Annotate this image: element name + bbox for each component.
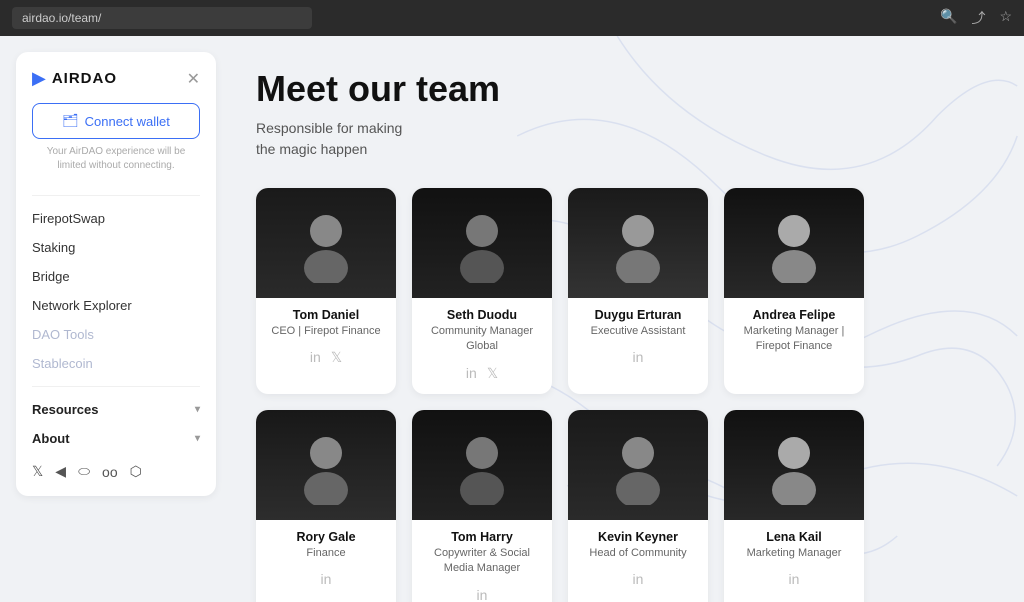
resources-label: Resources xyxy=(32,402,98,417)
linkedin-icon-lena[interactable]: in xyxy=(789,571,800,587)
linkedin-icon-kevin[interactable]: in xyxy=(633,571,644,587)
team-card-duygu: Duygu Erturan Executive Assistant in xyxy=(568,188,708,394)
sidebar-divider-2 xyxy=(32,386,200,387)
sidebar-social: 𝕏 ◀ ⬭ oo ⬡ xyxy=(32,463,200,480)
search-icon[interactable]: 🔍 xyxy=(940,8,957,28)
browser-url[interactable]: airdao.io/team/ xyxy=(12,7,312,29)
team-name-rory: Rory Gale xyxy=(288,530,363,544)
team-role-andrea: Marketing Manager | Firepot Finance xyxy=(724,322,864,355)
wallet-note: Your AirDAO experience will be limited w… xyxy=(32,145,200,173)
main-area: ▶ AIRDAO ✕ 🗂 Connect wallet Your AirDAO … xyxy=(0,36,1024,602)
chevron-down-icon: ▾ xyxy=(195,404,200,415)
team-card-andrea: Andrea Felipe Marketing Manager | Firepo… xyxy=(724,188,864,394)
airdao-logo-icon: ▶ xyxy=(32,68,46,89)
team-role-rory: Finance xyxy=(298,544,353,561)
team-photo-duygu xyxy=(568,188,708,298)
twitter-icon-tom[interactable]: 𝕏 xyxy=(331,349,342,366)
team-name-tom: Tom Daniel xyxy=(285,308,367,322)
about-label: About xyxy=(32,431,70,446)
page-title: Meet our team xyxy=(256,68,984,110)
linkedin-icon-rory[interactable]: in xyxy=(321,571,332,587)
team-photo-kevin xyxy=(568,410,708,520)
team-card-lena: Lena Kail Marketing Manager in xyxy=(724,410,864,602)
linkedin-icon-seth[interactable]: in xyxy=(466,365,477,382)
sidebar-item-firepotswap[interactable]: FirepotSwap xyxy=(32,204,200,233)
team-name-lena: Lena Kail xyxy=(758,530,830,544)
reddit-icon[interactable]: ⬭ xyxy=(78,463,90,480)
page-subtitle: Responsible for making the magic happen xyxy=(256,118,984,160)
sidebar-divider xyxy=(32,195,200,196)
team-card-tom-daniel: Tom Daniel CEO | Firepot Finance in 𝕏 xyxy=(256,188,396,394)
sidebar-item-bridge[interactable]: Bridge xyxy=(32,262,200,291)
team-photo-lena xyxy=(724,410,864,520)
team-social-seth: in 𝕏 xyxy=(466,365,498,382)
team-social-kevin: in xyxy=(633,571,644,587)
browser-bar: airdao.io/team/ 🔍 ⤴ ☆ xyxy=(0,0,1024,36)
main-content: Meet our team Responsible for making the… xyxy=(216,36,1024,602)
team-role-seth: Community Manager Global xyxy=(412,322,552,355)
linkedin-icon-tomh[interactable]: in xyxy=(477,587,488,602)
linkedin-icon[interactable]: in xyxy=(310,349,321,366)
team-photo-tomh xyxy=(412,410,552,520)
connect-wallet-label: Connect wallet xyxy=(85,114,170,129)
team-name-seth: Seth Duodu xyxy=(439,308,525,322)
team-photo-andrea xyxy=(724,188,864,298)
sidebar-section-about[interactable]: About ▾ xyxy=(32,424,200,453)
team-social-rory: in xyxy=(321,571,332,587)
sidebar-item-staking[interactable]: Staking xyxy=(32,233,200,262)
team-social-lena: in xyxy=(789,571,800,587)
sidebar-logo-text: AIRDAO xyxy=(52,70,117,87)
team-name-duygu: Duygu Erturan xyxy=(587,308,690,322)
team-card-rory: Rory Gale Finance in xyxy=(256,410,396,602)
linkedin-icon-duygu[interactable]: in xyxy=(633,349,644,365)
browser-icons: 🔍 ⤴ ☆ xyxy=(940,8,1012,28)
team-role-kevin: Head of Community xyxy=(581,544,694,561)
sidebar-section-resources[interactable]: Resources ▾ xyxy=(32,395,200,424)
team-card-tomh: Tom Harry Copywriter & Social Media Mana… xyxy=(412,410,552,602)
sidebar-item-dao-tools[interactable]: DAO Tools xyxy=(32,320,200,349)
team-social-tomh: in xyxy=(477,587,488,602)
twitter-icon-seth[interactable]: 𝕏 xyxy=(487,365,498,382)
medium-icon[interactable]: oo xyxy=(102,464,118,480)
sidebar-logo: ▶ AIRDAO ✕ xyxy=(32,68,200,89)
sidebar-item-stablecoin[interactable]: Stablecoin xyxy=(32,349,200,378)
team-photo-tom xyxy=(256,188,396,298)
close-icon[interactable]: ✕ xyxy=(187,69,200,89)
team-photo-seth xyxy=(412,188,552,298)
team-grid: Tom Daniel CEO | Firepot Finance in 𝕏 Se… xyxy=(256,188,984,602)
team-card-seth: Seth Duodu Community Manager Global in 𝕏 xyxy=(412,188,552,394)
team-role-duygu: Executive Assistant xyxy=(583,322,694,339)
connect-wallet-button[interactable]: 🗂 Connect wallet xyxy=(32,103,200,139)
wallet-icon: 🗂 xyxy=(62,113,79,129)
team-card-kevin: Kevin Keyner Head of Community in xyxy=(568,410,708,602)
team-role-tom: CEO | Firepot Finance xyxy=(263,322,388,339)
team-name-andrea: Andrea Felipe xyxy=(745,308,844,322)
sidebar-item-network-explorer[interactable]: Network Explorer xyxy=(32,291,200,320)
twitter-icon[interactable]: 𝕏 xyxy=(32,463,43,480)
team-name-kevin: Kevin Keyner xyxy=(590,530,686,544)
team-social-duygu: in xyxy=(633,349,644,365)
team-role-lena: Marketing Manager xyxy=(739,544,850,561)
team-role-tomh: Copywriter & Social Media Manager xyxy=(412,544,552,577)
bookmark-icon[interactable]: ☆ xyxy=(999,8,1012,28)
team-name-tomh: Tom Harry xyxy=(443,530,521,544)
discord-icon[interactable]: ⬡ xyxy=(130,463,142,480)
chevron-down-icon-2: ▾ xyxy=(195,433,200,444)
sidebar: ▶ AIRDAO ✕ 🗂 Connect wallet Your AirDAO … xyxy=(16,52,216,496)
team-photo-rory xyxy=(256,410,396,520)
team-social-tom: in 𝕏 xyxy=(310,349,342,366)
telegram-icon[interactable]: ◀ xyxy=(55,463,66,480)
share-icon[interactable]: ⤴ xyxy=(971,8,985,28)
